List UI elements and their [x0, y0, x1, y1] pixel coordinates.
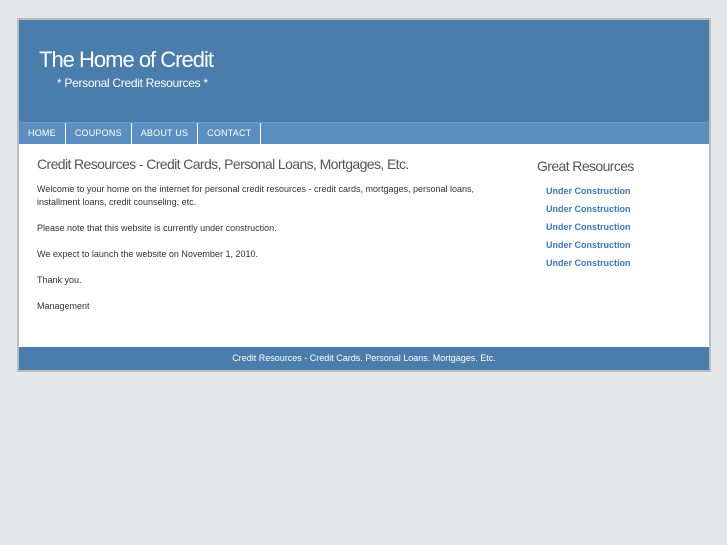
sidebar-link[interactable]: Under Construction: [546, 259, 697, 268]
signature-paragraph: Management: [37, 301, 90, 311]
sidebar-heading: Great Resources: [537, 158, 634, 174]
nav-contact[interactable]: CONTACT: [198, 123, 262, 144]
sidebar: Great Resources Under Construction Under…: [537, 158, 697, 277]
sidebar-link[interactable]: Under Construction: [546, 187, 697, 196]
main-nav: HOME COUPONS ABOUT US CONTACT: [19, 123, 709, 144]
nav-about-us[interactable]: ABOUT US: [132, 123, 199, 144]
main-heading: Credit Resources - Credit Cards, Persona…: [37, 156, 409, 172]
nav-home[interactable]: HOME: [19, 123, 66, 144]
page-container: The Home of Credit * Personal Credit Res…: [17, 18, 711, 372]
construction-notice: Please note that this website is current…: [37, 223, 277, 233]
site-tagline: * Personal Credit Resources *: [57, 76, 208, 90]
thank-you-paragraph: Thank you.: [37, 275, 82, 285]
sidebar-link[interactable]: Under Construction: [546, 223, 697, 232]
welcome-paragraph: Welcome to your home on the internet for…: [37, 184, 475, 207]
sidebar-link[interactable]: Under Construction: [546, 205, 697, 214]
site-title[interactable]: The Home of Credit: [39, 47, 214, 73]
sidebar-link[interactable]: Under Construction: [546, 241, 697, 250]
nav-coupons[interactable]: COUPONS: [66, 123, 132, 144]
site-footer: Credit Resources - Credit Cards. Persona…: [19, 347, 709, 370]
launch-date-paragraph: We expect to launch the website on Novem…: [37, 249, 258, 259]
site-header: The Home of Credit * Personal Credit Res…: [19, 20, 709, 123]
main-content: Credit Resources - Credit Cards, Persona…: [37, 156, 507, 326]
